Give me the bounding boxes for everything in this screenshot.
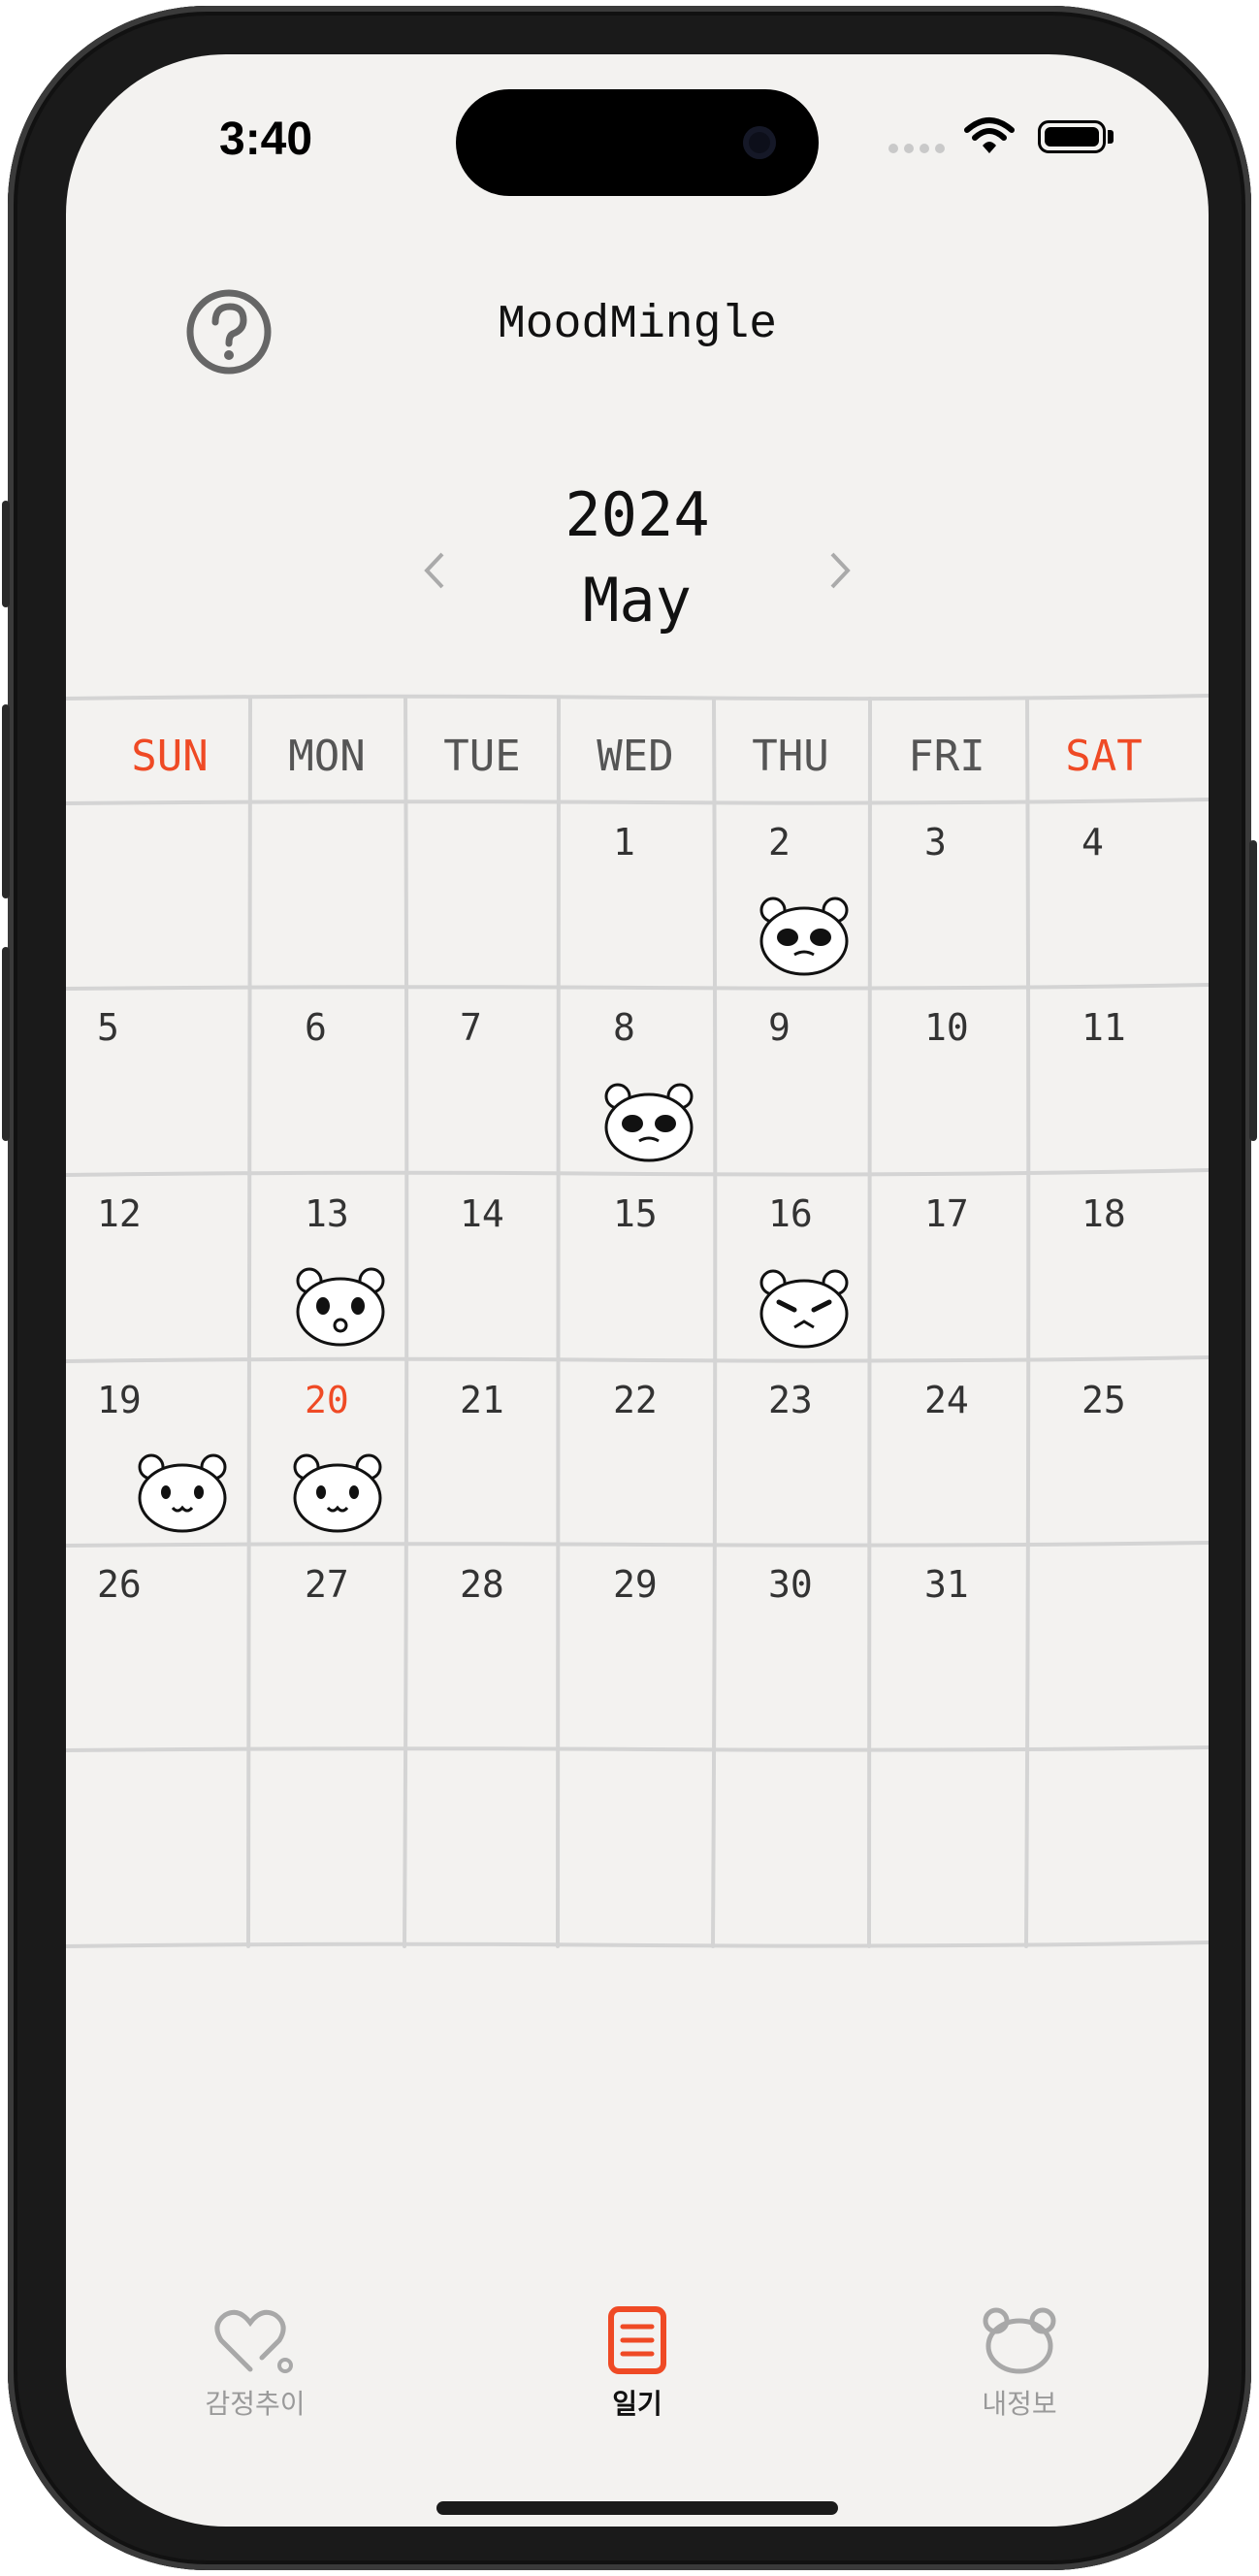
calendar-day-cell bbox=[714, 1750, 870, 1946]
calendar-day-number: 14 bbox=[460, 1192, 504, 1235]
calendar-day-cell[interactable] bbox=[66, 1175, 250, 1361]
calendar-day-number: 30 bbox=[768, 1563, 813, 1606]
calendar-day-cell bbox=[66, 803, 250, 989]
happy-bear-icon[interactable] bbox=[134, 1451, 231, 1535]
calendar-day-number: 7 bbox=[460, 1006, 482, 1049]
calendar-day-cell[interactable] bbox=[250, 989, 405, 1175]
calendar-day-number: 19 bbox=[97, 1379, 142, 1421]
calendar-day-number: 9 bbox=[768, 1006, 791, 1049]
weekday-sat: SAT bbox=[1065, 732, 1143, 781]
calendar-day-number: 20 bbox=[305, 1379, 349, 1421]
calendar-day-number: 23 bbox=[768, 1379, 813, 1421]
home-indicator[interactable] bbox=[436, 2501, 838, 2515]
weekday-fri: FRI bbox=[908, 732, 985, 781]
tab-diary[interactable]: 일기 bbox=[531, 2305, 744, 2451]
calendar-day-number: 25 bbox=[1081, 1379, 1126, 1421]
tab-label: 일기 bbox=[612, 2388, 662, 2420]
heart-icon bbox=[214, 2309, 293, 2373]
calendar-day-number: 8 bbox=[613, 1006, 635, 1049]
calendar-day-number: 29 bbox=[613, 1563, 658, 1606]
calendar-day-cell bbox=[1027, 1750, 1209, 1946]
happy-bear-icon[interactable] bbox=[289, 1451, 386, 1535]
calendar-day-number: 13 bbox=[305, 1192, 349, 1235]
calendar-day-number: 28 bbox=[460, 1563, 504, 1606]
calendar-day-number: 6 bbox=[305, 1006, 327, 1049]
calendar-day-cell[interactable] bbox=[870, 803, 1027, 989]
calendar-day-cell[interactable] bbox=[1027, 803, 1209, 989]
calendar-day-cell[interactable] bbox=[714, 989, 870, 1175]
bear-profile-icon bbox=[983, 2307, 1056, 2374]
volume-up-button bbox=[2, 704, 10, 898]
surprised-bear-icon[interactable] bbox=[292, 1265, 389, 1349]
tab-bar: 감정추이 일기 내정보 bbox=[66, 2305, 1209, 2480]
app-screen: 3:40 MoodMingle 2024 May SUN MON TUE WED… bbox=[66, 54, 1209, 2527]
crying-bear-icon[interactable] bbox=[600, 1081, 697, 1164]
calendar-day-number: 10 bbox=[924, 1006, 969, 1049]
calendar-day-number: 3 bbox=[924, 821, 947, 864]
calendar-day-number: 4 bbox=[1081, 821, 1104, 864]
calendar-day-number: 26 bbox=[97, 1563, 142, 1606]
calendar-day-number: 22 bbox=[613, 1379, 658, 1421]
calendar-day-cell[interactable] bbox=[559, 803, 714, 989]
calendar-day-number: 31 bbox=[924, 1563, 969, 1606]
weekday-sun: SUN bbox=[131, 732, 209, 781]
calendar-day-cell bbox=[250, 1750, 405, 1946]
crying-bear-icon[interactable] bbox=[756, 895, 853, 978]
calendar-day-number: 27 bbox=[305, 1563, 349, 1606]
calendar-day-number: 18 bbox=[1081, 1192, 1126, 1235]
calendar-day-number: 1 bbox=[613, 821, 635, 864]
angry-bear-icon[interactable] bbox=[756, 1267, 853, 1351]
calendar-day-number: 21 bbox=[460, 1379, 504, 1421]
calendar-day-number: 2 bbox=[768, 821, 791, 864]
tab-label: 내정보 bbox=[982, 2388, 1057, 2420]
action-button bbox=[2, 501, 10, 607]
weekday-wed: WED bbox=[597, 732, 674, 781]
calendar-day-cell bbox=[870, 1750, 1027, 1946]
calendar-day-number: 5 bbox=[97, 1006, 119, 1049]
power-button bbox=[1249, 840, 1257, 1141]
calendar-day-cell bbox=[559, 1750, 714, 1946]
calendar-day-number: 17 bbox=[924, 1192, 969, 1235]
tab-label: 감정추이 bbox=[205, 2388, 306, 2420]
tab-my-info[interactable]: 내정보 bbox=[913, 2305, 1126, 2451]
weekday-tue: TUE bbox=[443, 732, 521, 781]
volume-down-button bbox=[2, 947, 10, 1141]
calendar-day-cell[interactable] bbox=[66, 989, 250, 1175]
calendar-day-number: 24 bbox=[924, 1379, 969, 1421]
calendar-day-cell bbox=[405, 1750, 559, 1946]
calendar-day-number: 12 bbox=[97, 1192, 142, 1235]
calendar-day-cell bbox=[1027, 1546, 1209, 1750]
diary-icon bbox=[608, 2306, 666, 2374]
calendar-day-cell bbox=[405, 803, 559, 989]
calendar-day-number: 15 bbox=[613, 1192, 658, 1235]
phone-frame: 3:40 MoodMingle 2024 May SUN MON TUE WED… bbox=[2, 6, 1257, 2570]
tab-mood-trend[interactable]: 감정추이 bbox=[148, 2305, 362, 2451]
calendar-day-cell bbox=[66, 1750, 250, 1946]
calendar-day-number: 11 bbox=[1081, 1006, 1126, 1049]
calendar-day-cell bbox=[250, 803, 405, 989]
weekday-mon: MON bbox=[288, 732, 366, 781]
calendar-day-cell[interactable] bbox=[66, 1546, 250, 1750]
weekday-thu: THU bbox=[752, 732, 829, 781]
calendar-day-cell[interactable] bbox=[405, 989, 559, 1175]
calendar-day-number: 16 bbox=[768, 1192, 813, 1235]
